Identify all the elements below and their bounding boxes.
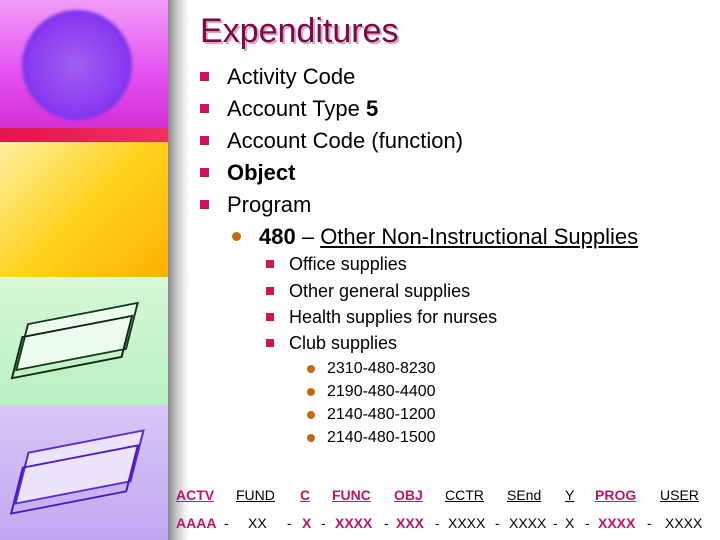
program-code: 480 — [259, 224, 296, 249]
code-value-prog: XXXX — [598, 515, 636, 531]
square-bullet-icon — [200, 136, 209, 145]
square-bullet-icon — [200, 104, 209, 113]
code-value-user: XXXX — [665, 515, 703, 531]
code-value-cctr: XXXX — [448, 515, 486, 531]
code-header-obj: OBJ — [394, 487, 423, 503]
bullet-text-bold: 5 — [366, 96, 379, 121]
purple-clock-image — [22, 10, 132, 120]
bullet-text: Account Code (function) — [227, 128, 464, 153]
round-bullet-icon — [307, 411, 315, 419]
square-bullet-icon — [266, 287, 274, 295]
bullet-text: Activity Code — [227, 64, 356, 89]
account-number: 2310-480-8230 — [327, 360, 436, 377]
square-bullet-icon — [200, 168, 209, 177]
code-header-cctr: CCTR — [445, 487, 484, 503]
red-band — [0, 128, 168, 142]
round-bullet-icon — [232, 232, 241, 241]
code-value-func: XXXX — [335, 515, 373, 531]
program-text: 480 – Other Non-Instructional Supplies — [259, 224, 638, 250]
square-bullet-icon — [200, 72, 209, 81]
supply-text: Office supplies — [289, 254, 407, 274]
round-bullet-icon — [307, 365, 315, 373]
code-separator: - — [384, 515, 389, 531]
orange-clock-panel: 121234567891011 — [0, 142, 168, 277]
bullet-text-main: Account Type — [227, 96, 367, 121]
supply-text: Club supplies — [289, 333, 398, 353]
square-bullet-icon — [200, 200, 209, 209]
account-number: 2140-480-1500 — [327, 429, 436, 446]
code-separator: - — [224, 515, 229, 531]
round-bullet-icon — [307, 434, 315, 442]
code-separator: - — [647, 515, 652, 531]
code-value-y: X — [565, 515, 575, 531]
code-separator: - — [321, 515, 326, 531]
round-bullet-icon — [307, 388, 315, 396]
decorative-photo-strip: 121234567891011 — [0, 0, 168, 540]
strip-shadow — [168, 0, 190, 540]
code-separator: - — [287, 515, 292, 531]
code-header-y: Y — [565, 487, 575, 503]
code-header-fund: FUND — [236, 487, 275, 503]
code-separator: - — [435, 515, 440, 531]
code-value-actv: AAAA — [176, 515, 217, 531]
code-header-user: USER — [660, 487, 699, 503]
code-header-prog: PROG — [595, 487, 637, 503]
square-bullet-icon — [266, 260, 274, 268]
green-papers-panel — [0, 277, 168, 405]
bullet-text: Object — [227, 160, 296, 185]
code-separator: - — [495, 515, 500, 531]
code-header-c: C — [300, 487, 311, 503]
supply-text: Health supplies for nurses — [289, 307, 498, 327]
account-number: 2140-480-1200 — [327, 406, 436, 423]
purple-clock-panel — [0, 0, 168, 130]
slide-title: Expenditures — [200, 12, 399, 50]
square-bullet-icon — [266, 339, 274, 347]
account-number: 2190-480-4400 — [327, 383, 436, 400]
bullet-text: Account Type 5 — [227, 96, 378, 122]
code-separator: - — [585, 515, 590, 531]
code-header-actv: ACTV — [176, 487, 215, 503]
code-value-obj: XXX — [396, 515, 425, 531]
code-value-fund: XX — [248, 515, 267, 531]
code-header-func: FUNC — [332, 487, 371, 503]
program-dash: – — [295, 224, 321, 249]
bullet-text: Program — [227, 192, 312, 217]
program-name-link[interactable]: Other Non-Instructional Supplies — [320, 224, 638, 249]
code-separator: - — [553, 515, 558, 531]
square-bullet-icon — [266, 313, 274, 321]
code-header-send: SEnd — [507, 487, 542, 503]
purple-papers-panel — [0, 405, 168, 540]
code-value-c: X — [302, 515, 312, 531]
code-value-send: XXXX — [509, 515, 547, 531]
supply-text: Other general supplies — [289, 281, 471, 301]
